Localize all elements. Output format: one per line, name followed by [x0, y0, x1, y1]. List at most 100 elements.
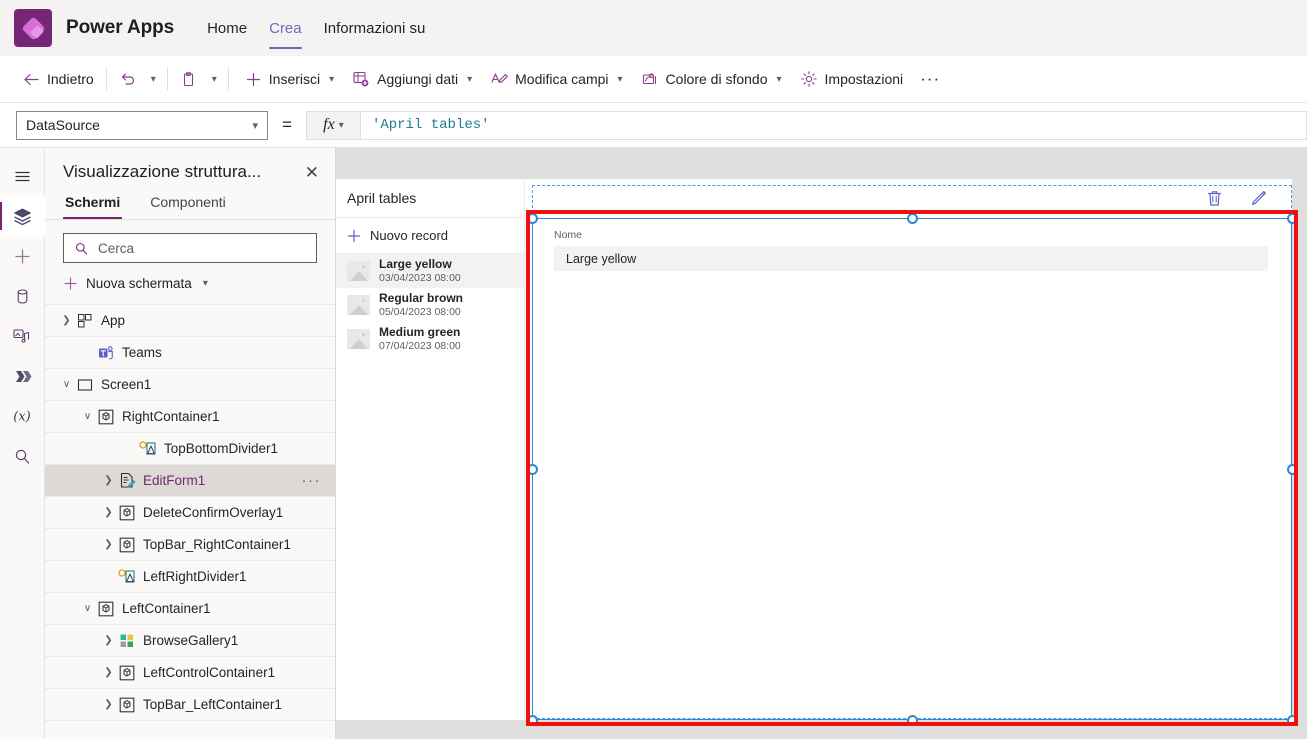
- tree-item-topbottomdivider1[interactable]: TopBottomDivider1: [45, 433, 335, 465]
- tree-item-editform1[interactable]: ❯ EditForm1 ···: [45, 465, 335, 497]
- edit-form: Nome Large yellow: [525, 179, 1292, 720]
- nav-item-informazioni[interactable]: Informazioni su: [313, 0, 437, 56]
- tree-item-deleteconfirmoverlay1[interactable]: ❯ DeleteConfirmOverlay1: [45, 497, 335, 529]
- database-icon[interactable]: [0, 276, 45, 316]
- add-data-label: Aggiungi dati: [377, 71, 459, 87]
- screen-icon: [74, 377, 96, 393]
- fx-label: fx: [323, 116, 335, 133]
- tab-componenti[interactable]: Componenti: [148, 192, 228, 219]
- tree-item-list: ❯ App Teams ∨ Screen1 ∨ RightContainer1 TopBott…: [45, 304, 335, 739]
- gallery-item[interactable]: Medium green 07/04/2023 08:00: [336, 322, 524, 356]
- chevron-right-icon[interactable]: ❯: [101, 539, 116, 550]
- back-button[interactable]: Indietro: [16, 63, 101, 95]
- edit-fields-label: Modifica campi: [515, 71, 609, 87]
- chevron-right-icon[interactable]: ❯: [101, 635, 116, 646]
- search-icon[interactable]: [0, 436, 45, 476]
- toolbar-divider-2: [166, 68, 168, 90]
- tree-item-label: LeftRightDivider1: [143, 569, 247, 584]
- equals-sign: =: [282, 115, 292, 134]
- chevron-down-icon: ▾: [329, 73, 335, 85]
- plus-icon[interactable]: [0, 236, 45, 276]
- tree-item-app[interactable]: ❯ App: [45, 305, 335, 337]
- tree-item-label: TopBar_RightContainer1: [143, 537, 291, 552]
- image-placeholder-icon: [347, 261, 370, 281]
- chevron-down-icon: ▾: [211, 73, 217, 85]
- variables-icon[interactable]: (x): [0, 396, 45, 436]
- toolbar-overflow-button[interactable]: ···: [910, 69, 950, 89]
- new-record-label: Nuovo record: [370, 228, 449, 243]
- chevron-right-icon[interactable]: ❯: [101, 475, 116, 486]
- background-color-label: Colore di sfondo: [665, 71, 768, 87]
- chevron-down-icon: ▾: [150, 73, 156, 85]
- pencil-icon[interactable]: [1249, 189, 1268, 213]
- gallery-item-name: Regular brown: [379, 290, 464, 305]
- formula-input[interactable]: 'April tables': [359, 110, 1307, 140]
- container-icon: [95, 409, 117, 425]
- tree-item-leftcontrolcontainer1[interactable]: ❯ LeftControlContainer1: [45, 657, 335, 689]
- layers-icon[interactable]: [0, 196, 45, 236]
- tree-item-rightcontainer1[interactable]: ∨ RightContainer1: [45, 401, 335, 433]
- tree-item-leftcontainer1[interactable]: ∨ LeftContainer1: [45, 593, 335, 625]
- gallery-item-date: 07/04/2023 08:00: [379, 339, 461, 352]
- media-icon[interactable]: [0, 316, 45, 356]
- tree-item-label: TopBar_LeftContainer1: [143, 697, 282, 712]
- trash-icon[interactable]: [1206, 189, 1223, 213]
- power-automate-icon[interactable]: [0, 356, 45, 396]
- form-field-value[interactable]: Large yellow: [554, 246, 1268, 271]
- teams-icon: [95, 345, 117, 361]
- header-nav: Home Crea Informazioni su: [196, 0, 436, 56]
- undo-button[interactable]: [112, 63, 143, 95]
- tree-item-browsegallery1[interactable]: ❯ BrowseGallery1: [45, 625, 335, 657]
- add-data-button[interactable]: Aggiungi dati ▾: [345, 63, 479, 95]
- chevron-down-icon: ▾: [202, 278, 208, 289]
- chevron-right-icon[interactable]: ❯: [101, 507, 116, 518]
- container-icon: [116, 697, 138, 713]
- plus-icon: [245, 71, 262, 88]
- insert-button[interactable]: Inserisci ▾: [238, 63, 341, 95]
- chevron-down-icon[interactable]: ∨: [59, 379, 74, 390]
- gallery-rows: Large yellow 03/04/2023 08:00 Regular brow…: [336, 254, 524, 356]
- tab-schermi[interactable]: Schermi: [63, 192, 123, 219]
- gear-icon: [800, 70, 818, 88]
- settings-button[interactable]: Impostazioni: [793, 63, 911, 95]
- tree-panel-tabs: Schermi Componenti: [45, 192, 335, 220]
- nav-item-crea[interactable]: Crea: [258, 0, 313, 56]
- paste-button[interactable]: [173, 63, 204, 95]
- close-icon[interactable]: ✕: [305, 164, 319, 181]
- tree-search-input[interactable]: Cerca: [63, 233, 317, 263]
- new-record-button[interactable]: Nuovo record: [336, 218, 524, 254]
- new-screen-button[interactable]: Nuova schermata ▾: [63, 272, 317, 295]
- fx-button[interactable]: fx ▾: [305, 110, 360, 140]
- svg-text:(x): (x): [13, 410, 30, 425]
- chevron-right-icon[interactable]: ❯: [101, 667, 116, 678]
- background-color-button[interactable]: Colore di sfondo ▾: [634, 63, 789, 95]
- property-select[interactable]: DataSource ▾: [16, 110, 268, 140]
- undo-dropdown[interactable]: ▾: [143, 63, 162, 95]
- gallery-icon: [116, 633, 138, 649]
- toolbar-divider-3: [227, 68, 229, 90]
- tree-item-topbar_rightcontainer1[interactable]: ❯ TopBar_RightContainer1: [45, 529, 335, 561]
- container-icon: [116, 537, 138, 553]
- tree-item-leftrightdivider1[interactable]: LeftRightDivider1: [45, 561, 335, 593]
- gallery-item[interactable]: Large yellow 03/04/2023 08:00: [336, 254, 524, 288]
- chevron-down-icon[interactable]: ∨: [80, 411, 95, 422]
- chevron-right-icon[interactable]: ❯: [101, 699, 116, 710]
- paste-dropdown[interactable]: ▾: [204, 63, 223, 95]
- undo-icon: [119, 71, 136, 88]
- nav-item-home[interactable]: Home: [196, 0, 258, 56]
- chevron-down-icon[interactable]: ∨: [80, 603, 95, 614]
- tree-view-panel: Visualizzazione struttura... ✕ Schermi C…: [45, 148, 336, 739]
- chevron-right-icon[interactable]: ❯: [59, 315, 74, 326]
- tree-panel-title: Visualizzazione struttura...: [63, 162, 262, 181]
- tree-item-teams[interactable]: Teams: [45, 337, 335, 369]
- gallery-item-date: 05/04/2023 08:00: [379, 305, 461, 318]
- tree-item-context-menu[interactable]: ···: [302, 473, 322, 488]
- gallery-item[interactable]: Regular brown 05/04/2023 08:00: [336, 288, 524, 322]
- paint-bucket-icon: [641, 70, 659, 88]
- tree-item-screen1[interactable]: ∨ Screen1: [45, 369, 335, 401]
- hamburger-icon[interactable]: [0, 156, 45, 196]
- tree-item-label: LeftContainer1: [122, 601, 211, 616]
- property-select-value: DataSource: [26, 117, 100, 133]
- edit-fields-button[interactable]: Modifica campi ▾: [483, 63, 629, 95]
- tree-item-topbar_leftcontainer1[interactable]: ❯ TopBar_LeftContainer1: [45, 689, 335, 721]
